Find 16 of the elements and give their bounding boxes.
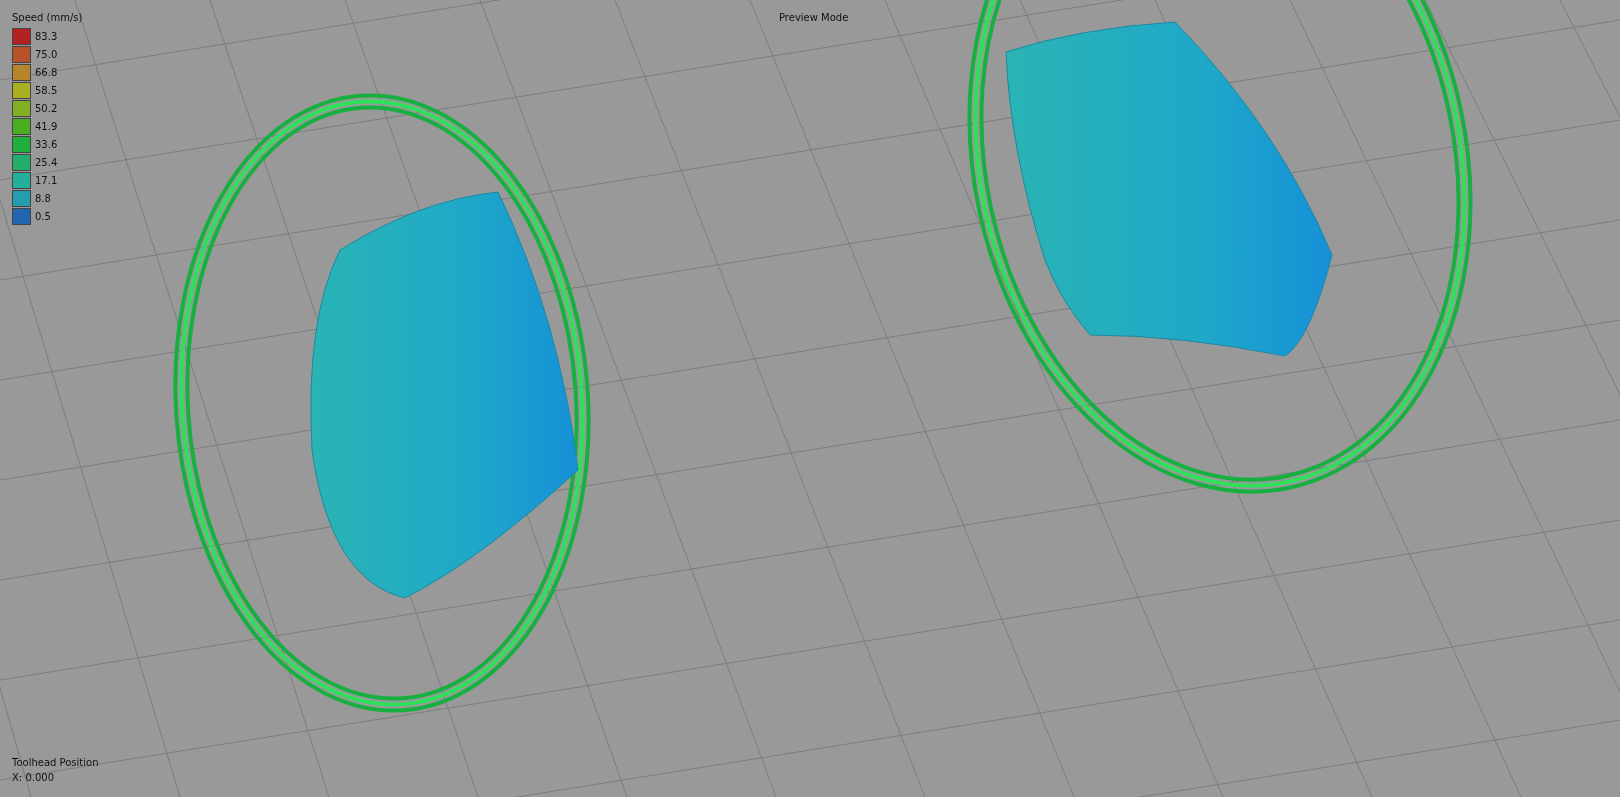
legend-value: 0.5 bbox=[35, 210, 51, 222]
legend-title: Speed (mm/s) bbox=[12, 12, 83, 23]
legend-value: 8.8 bbox=[35, 192, 51, 204]
toolhead-title: Toolhead Position bbox=[12, 757, 99, 768]
mode-label: Preview Mode bbox=[779, 12, 849, 23]
legend-value: 50.2 bbox=[35, 102, 58, 114]
legend-value: 75.0 bbox=[35, 48, 58, 60]
legend-value: 41.9 bbox=[35, 120, 58, 132]
legend-value: 25.4 bbox=[35, 156, 58, 168]
legend-value: 58.5 bbox=[35, 84, 58, 96]
toolhead-reading: X: 0.000 bbox=[12, 772, 56, 783]
legend-value: 83.3 bbox=[35, 30, 58, 42]
legend-value: 17.1 bbox=[35, 174, 58, 186]
legend-value: 33.6 bbox=[35, 138, 58, 150]
3d-viewport[interactable]: Speed (mm/s) 83.3 75.0 66.8 58.5 50.2 41.9 33.6 25.4 17.1 8.8 0.5 Preview Mode Toolhead Position X: 0.000 bbox=[0, 0, 1620, 797]
legend-value: 66.8 bbox=[35, 66, 58, 78]
